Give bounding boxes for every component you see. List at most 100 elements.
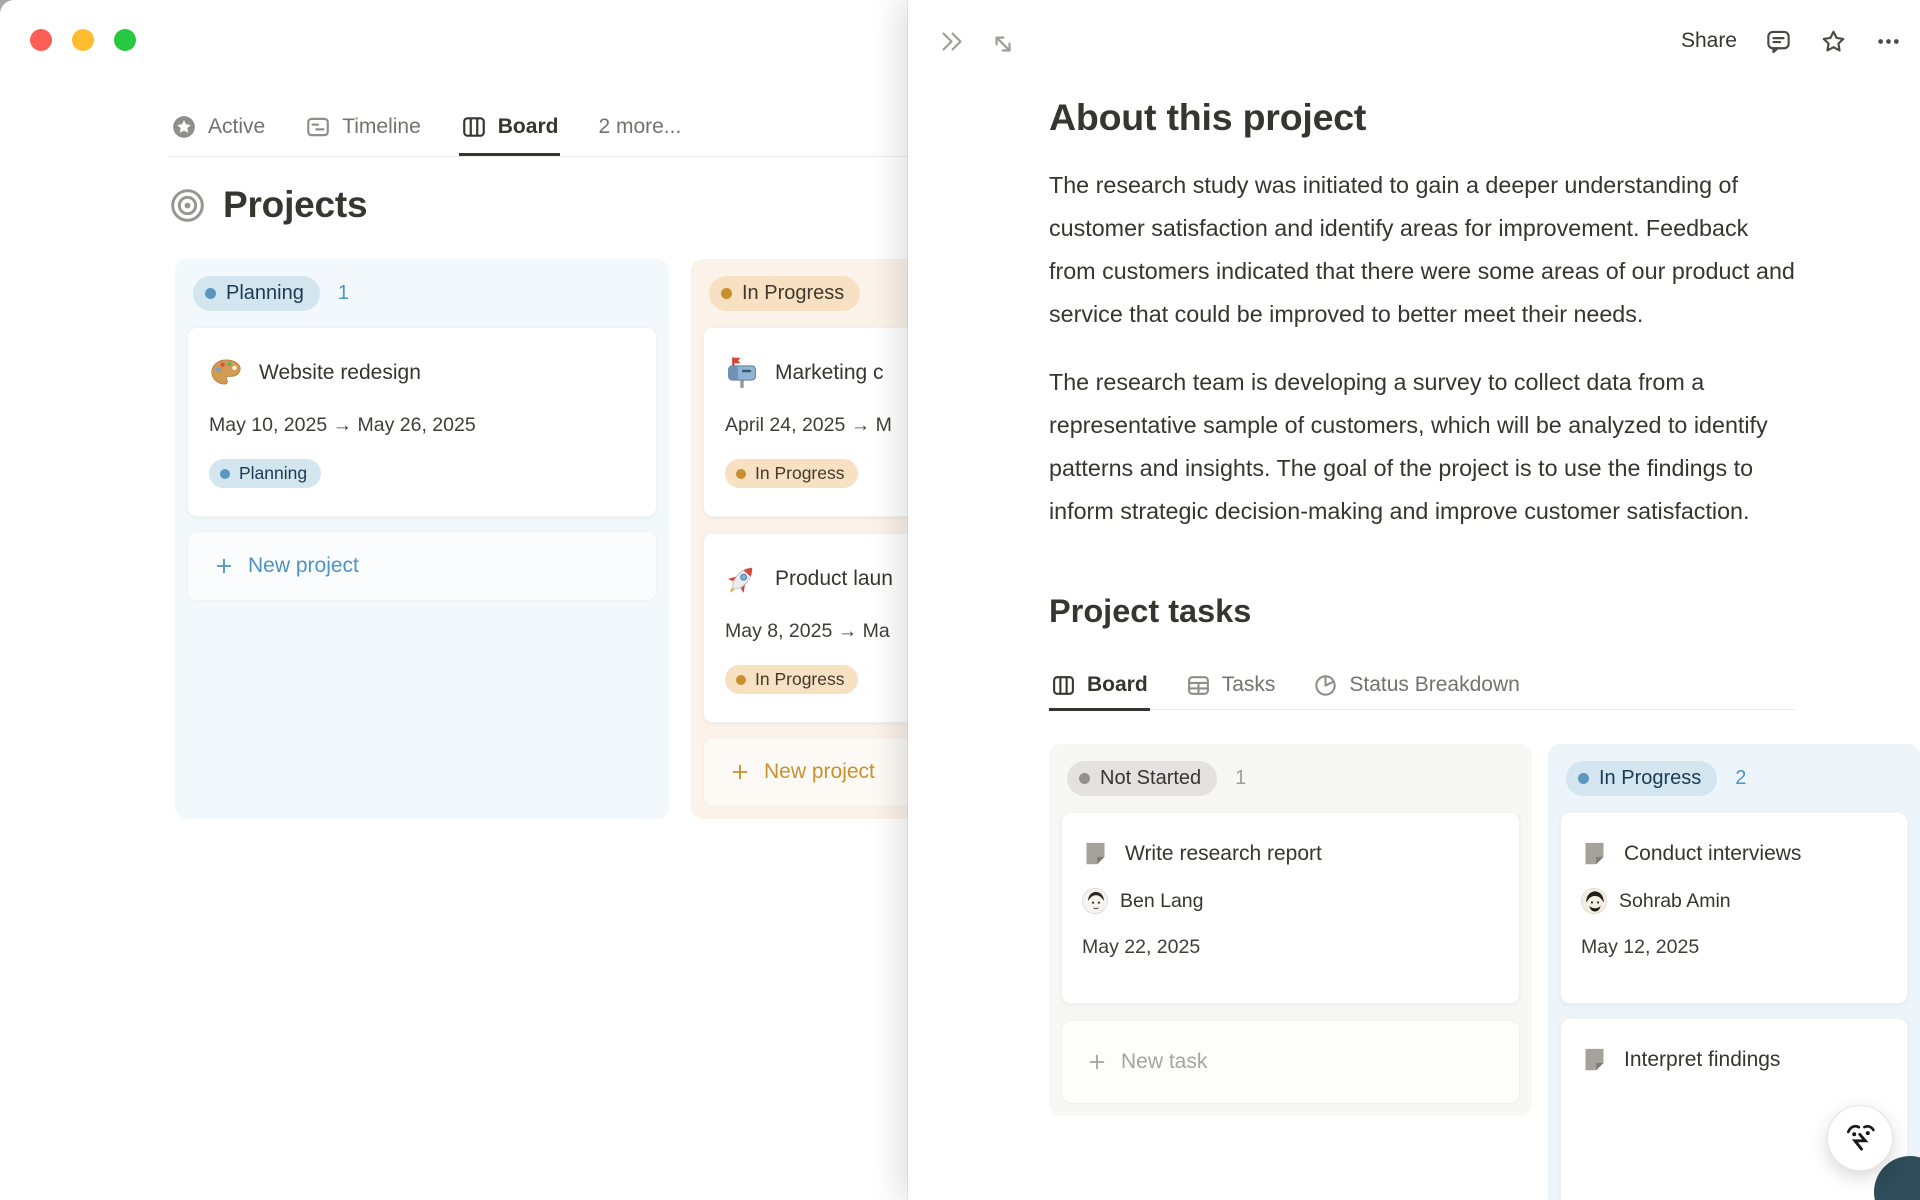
avatar-sohrab-amin — [1581, 888, 1607, 914]
ai-face-icon — [1847, 1124, 1875, 1151]
page-header: Projects — [169, 184, 368, 226]
tab-tasks[interactable]: Tasks — [1184, 662, 1278, 711]
column-header: Planning 1 — [187, 271, 657, 315]
status-dot — [736, 674, 746, 685]
rocket-emoji — [727, 567, 753, 593]
window-controls — [30, 29, 136, 51]
status-pill-planning[interactable]: Planning — [193, 275, 320, 311]
table-icon — [1187, 675, 1209, 695]
status-label: Planning — [226, 281, 304, 304]
task-title: Interpret findings — [1624, 1047, 1781, 1071]
assignee-name: Sohrab Amin — [1619, 889, 1731, 912]
column-header: Not Started 1 — [1061, 756, 1520, 800]
card-status-tag: In Progress — [725, 665, 859, 694]
card-title: Website redesign — [259, 361, 421, 384]
board-column-planning: Planning 1 Website redesign May 10, 2025… — [175, 259, 669, 819]
status-dot — [1578, 772, 1589, 784]
document-paragraph: The research team is developing a survey… — [1049, 369, 1768, 524]
new-task-button[interactable]: New task — [1061, 1020, 1520, 1104]
zoom-window-button[interactable] — [114, 29, 136, 51]
board-icon — [462, 117, 485, 137]
share-button[interactable]: Share — [1681, 29, 1737, 53]
panel-toolbar: Share — [908, 0, 1920, 72]
tab-label: Tasks — [1221, 673, 1276, 696]
column-count: 1 — [337, 281, 349, 304]
board-icon — [1053, 675, 1074, 695]
plus-icon — [1089, 1054, 1105, 1070]
app-window: Active Timeline Board 2 more... Projects… — [0, 0, 1920, 1200]
card-title: Product laun — [775, 567, 893, 590]
view-tab-active[interactable]: Active — [169, 101, 267, 156]
timeline-icon — [307, 117, 330, 137]
view-tab-board[interactable]: Board — [458, 101, 561, 156]
view-tab-more[interactable]: 2 more... — [596, 101, 683, 156]
status-label: In Progress — [742, 281, 845, 304]
new-project-button[interactable]: New project — [187, 531, 657, 601]
card-status-tag: Planning — [209, 459, 322, 488]
status-dot — [1079, 772, 1090, 784]
view-tab-timeline[interactable]: Timeline — [303, 101, 423, 156]
project-card-website-redesign[interactable]: Website redesign May 10, 2025 → May 26, … — [187, 327, 657, 517]
mailbox-emoji — [728, 357, 756, 388]
document-paragraph: The research study was initiated to gain… — [1049, 172, 1795, 327]
avatar-ben-lang — [1082, 888, 1108, 914]
tab-board[interactable]: Board — [1049, 662, 1150, 711]
section-heading: Project tasks — [1049, 593, 1252, 629]
task-card-conduct-interviews[interactable]: Conduct interviews Sohrab Amin May 12, 2… — [1560, 812, 1908, 1004]
minimize-window-button[interactable] — [72, 29, 94, 51]
task-column-not-started: Not Started 1 Write research report Ben … — [1049, 744, 1532, 1116]
assignee-name: Ben Lang — [1120, 889, 1204, 912]
new-project-label: New project — [764, 760, 875, 783]
column-count: 2 — [1735, 766, 1747, 789]
task-card-write-research-report[interactable]: Write research report Ben Lang May 22, 2… — [1061, 812, 1520, 1004]
tag-label: In Progress — [755, 669, 845, 689]
plus-icon — [732, 764, 748, 780]
task-title: Write research report — [1125, 841, 1322, 865]
view-tab-label: 2 more... — [598, 115, 682, 138]
task-date: May 22, 2025 — [1082, 936, 1201, 958]
page-icon — [1585, 1048, 1604, 1071]
tasks-board: Not Started 1 Write research report Ben … — [1049, 744, 1920, 1200]
status-dot — [736, 468, 746, 479]
view-tab-label: Timeline — [342, 115, 421, 138]
status-dot — [205, 287, 216, 299]
close-window-button[interactable] — [30, 29, 52, 51]
favorite-star-icon[interactable] — [1820, 28, 1847, 55]
more-options-icon[interactable] — [1875, 28, 1902, 55]
tasks-view-tabs: Board Tasks Status Breakdown — [1049, 662, 1796, 711]
status-pill-in-progress[interactable]: In Progress — [1566, 760, 1718, 796]
tab-status-breakdown[interactable]: Status Breakdown — [1311, 662, 1521, 711]
tag-label: Planning — [239, 463, 308, 483]
view-tab-label: Active — [208, 115, 266, 138]
document-title: About this project — [1049, 96, 1367, 138]
pie-chart-icon — [1315, 674, 1337, 696]
status-dot — [220, 468, 230, 479]
status-pill-in-progress[interactable]: In Progress — [709, 275, 861, 311]
page-icon — [1086, 842, 1105, 865]
card-title: Marketing c — [775, 361, 884, 384]
new-project-label: New project — [248, 554, 359, 577]
task-title: Conduct interviews — [1624, 841, 1802, 865]
card-status-tag: In Progress — [725, 459, 859, 488]
status-pill-not-started[interactable]: Not Started — [1067, 760, 1218, 796]
side-peek-panel: Share About this project The research st… — [908, 0, 1920, 1200]
task-date: May 12, 2025 — [1581, 936, 1700, 958]
target-icon — [171, 188, 204, 222]
status-label: In Progress — [1599, 766, 1702, 789]
expand-full-page-icon[interactable] — [987, 28, 1014, 55]
close-peek-chevrons-icon[interactable] — [938, 28, 965, 55]
star-circle-icon — [173, 116, 195, 138]
view-tab-label: Board — [497, 115, 559, 138]
new-task-label: New task — [1121, 1050, 1208, 1073]
plus-icon — [216, 558, 232, 574]
ai-assistant-button[interactable] — [1827, 1105, 1893, 1171]
view-tabs: Active Timeline Board 2 more... — [169, 101, 683, 156]
comments-icon[interactable] — [1765, 28, 1792, 55]
page-icon — [1585, 842, 1604, 865]
palette-emoji — [211, 359, 241, 385]
status-label: Not Started — [1100, 766, 1202, 789]
column-header: In Progress 2 — [1560, 756, 1908, 800]
tab-bar-divider — [169, 156, 908, 157]
page-title: Projects — [223, 184, 368, 225]
tab-label: Board — [1087, 673, 1148, 696]
